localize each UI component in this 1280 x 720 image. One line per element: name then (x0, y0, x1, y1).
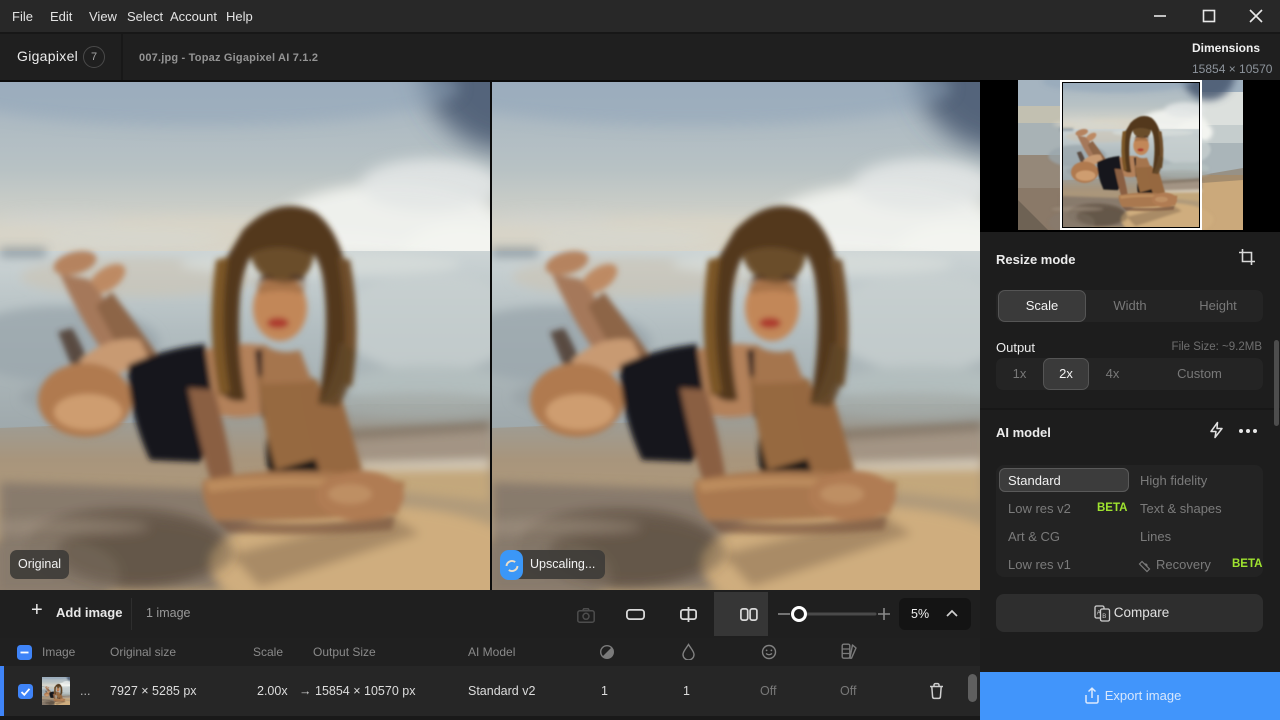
svg-text:B: B (1102, 614, 1106, 620)
svg-text:A: A (1097, 611, 1101, 617)
